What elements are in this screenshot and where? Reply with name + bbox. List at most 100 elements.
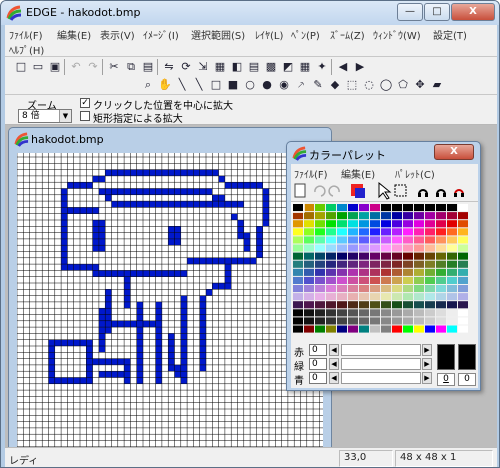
foreground-index[interactable]: 0 xyxy=(437,373,455,386)
pixel[interactable] xyxy=(105,194,112,202)
pixel[interactable] xyxy=(54,377,62,384)
pixel[interactable] xyxy=(224,264,232,271)
pixel[interactable] xyxy=(124,371,131,378)
pixel[interactable] xyxy=(224,276,232,283)
palette-swatch[interactable] xyxy=(381,301,391,309)
palette-swatch[interactable] xyxy=(293,204,303,212)
menu-window[interactable]: ｳｨﾝﾄﾞｳ(W) xyxy=(373,27,421,42)
palette-color-grid[interactable] xyxy=(291,202,478,342)
pixel[interactable] xyxy=(73,207,80,214)
palette-icon[interactable]: ◧ xyxy=(229,59,245,75)
palette-swatch[interactable] xyxy=(348,244,358,252)
palette-swatch[interactable] xyxy=(304,260,314,268)
palette-swatch[interactable] xyxy=(326,268,336,276)
palette-swatch[interactable] xyxy=(392,301,402,309)
pixel[interactable] xyxy=(98,270,106,277)
palette-swatch[interactable] xyxy=(326,260,336,268)
palette-swatch[interactable] xyxy=(337,204,347,212)
pixel[interactable] xyxy=(199,314,206,321)
pixel[interactable] xyxy=(143,169,150,176)
pixel[interactable] xyxy=(212,201,219,208)
pixel[interactable] xyxy=(130,201,137,208)
redo-icon[interactable] xyxy=(328,185,340,197)
palette-swatch[interactable] xyxy=(326,317,336,325)
blue-left-arrow[interactable]: ◀ xyxy=(329,372,339,384)
pixel[interactable] xyxy=(155,346,162,353)
palette-swatch[interactable] xyxy=(403,317,413,325)
pixel[interactable] xyxy=(218,257,225,265)
palette-swatch[interactable] xyxy=(304,212,314,220)
palette-swatch[interactable] xyxy=(348,285,358,293)
pixel[interactable] xyxy=(86,182,93,189)
pixel[interactable] xyxy=(105,295,112,302)
palette-swatch[interactable] xyxy=(370,252,380,260)
new-palette-icon[interactable] xyxy=(294,183,306,198)
pixel[interactable] xyxy=(98,238,106,246)
palette-swatch[interactable] xyxy=(293,285,303,293)
pixel[interactable] xyxy=(206,169,213,176)
pixel[interactable] xyxy=(73,264,80,271)
palette-swatch[interactable] xyxy=(293,276,303,284)
green-slider[interactable] xyxy=(341,358,421,370)
blue-value[interactable]: 0 xyxy=(309,372,327,384)
palette-swatch[interactable] xyxy=(326,252,336,260)
palette-swatch[interactable] xyxy=(425,212,435,220)
pixel[interactable] xyxy=(218,201,225,208)
palette-swatch[interactable] xyxy=(458,285,468,293)
pixel[interactable] xyxy=(136,352,143,359)
pixel[interactable] xyxy=(180,327,188,334)
pixel[interactable] xyxy=(212,283,219,290)
palette-swatch[interactable] xyxy=(458,244,468,252)
palette-swatch[interactable] xyxy=(447,228,457,236)
menu-selection[interactable]: 選択範囲(S) xyxy=(191,27,245,42)
menu-image[interactable]: ｲﾒｰｼﾞ(I) xyxy=(143,27,179,42)
palette-swatch[interactable] xyxy=(348,260,358,268)
palette-swatch[interactable] xyxy=(348,293,358,301)
pixel[interactable] xyxy=(187,201,194,208)
pixel[interactable] xyxy=(48,339,55,346)
palette-swatch[interactable] xyxy=(359,276,369,284)
red-slider[interactable] xyxy=(341,344,421,356)
palette-swatch[interactable] xyxy=(403,220,413,228)
pixel[interactable] xyxy=(180,270,188,277)
pixel[interactable] xyxy=(86,352,93,359)
pixel[interactable] xyxy=(180,358,188,365)
palette-swatch[interactable] xyxy=(381,228,391,236)
palette-swatch[interactable] xyxy=(414,252,424,260)
blue-slider[interactable] xyxy=(341,372,421,384)
background-index[interactable]: 0 xyxy=(458,373,476,386)
palette-swatch[interactable] xyxy=(315,204,325,212)
palette-swatch[interactable] xyxy=(359,317,369,325)
pixel[interactable] xyxy=(136,301,143,309)
palette-swatch[interactable] xyxy=(447,244,457,252)
pixel[interactable] xyxy=(199,201,206,208)
pixel[interactable] xyxy=(136,333,143,340)
pixel[interactable] xyxy=(136,327,143,334)
palette-swatch[interactable] xyxy=(370,228,380,236)
pixel[interactable] xyxy=(218,283,225,290)
pixel[interactable] xyxy=(180,201,188,208)
palette-swatch[interactable] xyxy=(326,244,336,252)
pixel[interactable] xyxy=(149,188,156,195)
gradient-icon[interactable] xyxy=(454,189,464,197)
pixel[interactable] xyxy=(180,346,188,353)
palette-swatch[interactable] xyxy=(337,301,347,309)
pixel[interactable] xyxy=(98,175,106,183)
palette-swatch[interactable] xyxy=(458,317,468,325)
pixel[interactable] xyxy=(117,188,125,195)
palette-swatch[interactable] xyxy=(326,204,336,212)
save-icon[interactable]: ▣ xyxy=(47,59,63,75)
pixel[interactable] xyxy=(180,169,188,176)
palette-swatch[interactable] xyxy=(315,228,325,236)
red-left-arrow[interactable]: ◀ xyxy=(329,344,339,356)
pixel[interactable] xyxy=(168,333,175,340)
palette-swatch[interactable] xyxy=(348,204,358,212)
pixel[interactable] xyxy=(98,358,106,365)
pixel[interactable] xyxy=(136,188,143,195)
green-right-arrow[interactable]: ▶ xyxy=(422,358,432,370)
palette-swatch[interactable] xyxy=(359,260,369,268)
pixel[interactable] xyxy=(180,188,188,195)
pixel[interactable] xyxy=(199,320,206,328)
palette-swatch[interactable] xyxy=(370,301,380,309)
palette-swatch[interactable] xyxy=(304,317,314,325)
